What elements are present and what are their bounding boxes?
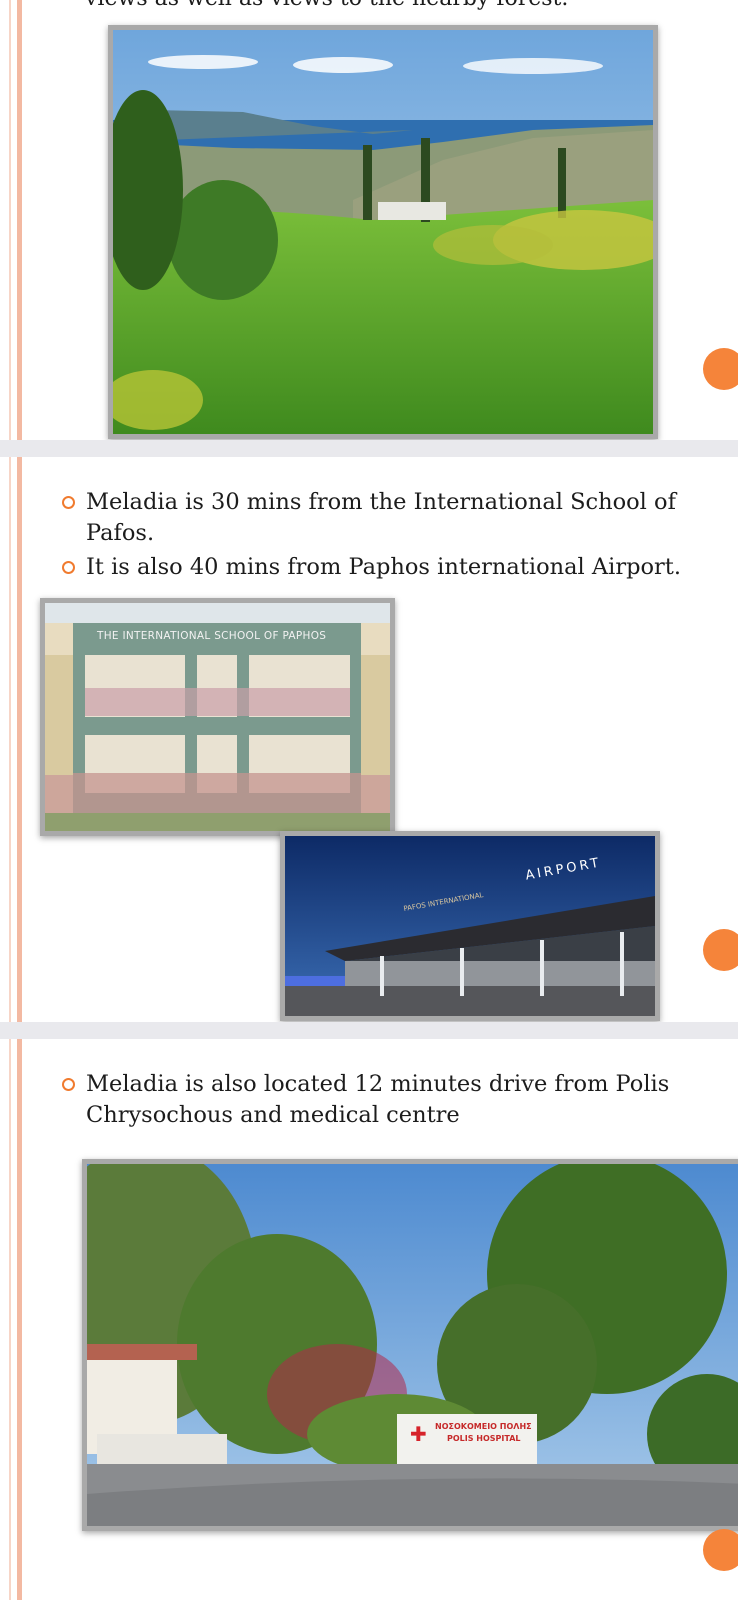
hospital-photo: ✚ ΝΟΣΟΚΟΜΕΙΟ ΠΟΛΗΣ POLIS HOSPITAL: [82, 1159, 738, 1531]
bullet-ring-icon: [62, 496, 75, 509]
bullet-ring-icon: [62, 1078, 75, 1091]
school-sign: THE INTERNATIONAL SCHOOL OF PAPHOS: [97, 630, 327, 642]
hospital-sign-line1: ΝΟΣΟΚΟΜΕΙΟ ΠΟΛΗΣ: [435, 1422, 532, 1431]
orange-marker-dot: [703, 348, 738, 390]
slide-school-airport: Meladia is 30 mins from the Internationa…: [0, 457, 738, 1022]
slide-polis-hospital: Meladia is also located 12 minutes drive…: [0, 1039, 738, 1600]
orange-marker-dot: [703, 1529, 738, 1571]
landscape-photo: [108, 25, 658, 439]
slide-left-rule: [9, 1039, 22, 1600]
partial-text-line: views as well as views to the nearby for…: [85, 0, 568, 11]
hospital-cross-icon: ✚: [410, 1422, 427, 1446]
slide-left-rule: [9, 457, 22, 1022]
airport-photo: PAFOS INTERNATIONAL AIRPORT: [280, 831, 660, 1021]
bullet-item: It is also 40 mins from Paphos internati…: [62, 552, 720, 583]
bullet-ring-icon: [62, 561, 75, 574]
orange-marker-dot: [703, 929, 738, 971]
slide-landscape: views as well as views to the nearby for…: [0, 0, 738, 440]
hospital-sign-line2: POLIS HOSPITAL: [447, 1434, 521, 1443]
slide-left-rule: [9, 0, 22, 440]
bullet-item: Meladia is 30 mins from the Internationa…: [62, 487, 720, 549]
bullet-list: Meladia is 30 mins from the Internationa…: [62, 487, 720, 586]
bullet-list: Meladia is also located 12 minutes drive…: [62, 1069, 720, 1134]
bullet-item: Meladia is also located 12 minutes drive…: [62, 1069, 720, 1131]
school-photo: THE INTERNATIONAL SCHOOL OF PAPHOS: [40, 598, 395, 836]
